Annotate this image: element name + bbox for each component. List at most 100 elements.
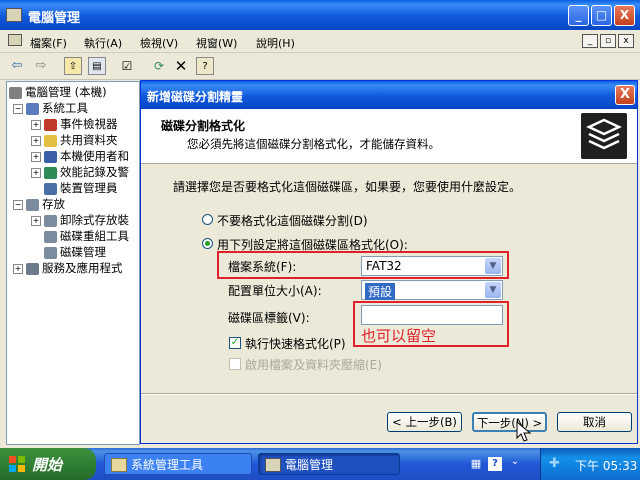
radio-format[interactable] (202, 238, 213, 249)
performance-icon (44, 166, 57, 179)
tree-node-disk-management[interactable]: 磁碟管理 (44, 244, 106, 260)
radio-no-format[interactable] (202, 214, 213, 225)
tree-node-performance-logs[interactable]: + 效能記錄及警 (31, 164, 129, 180)
footer-separator (141, 393, 637, 395)
menu-file[interactable]: 檔案(F) (30, 35, 67, 51)
tree-node-storage[interactable]: − 存放 (13, 196, 65, 212)
mdi-close-button[interactable]: x (618, 34, 634, 48)
help-icon[interactable]: ? (196, 57, 214, 75)
defragmenter-icon (44, 230, 57, 243)
back-arrow-icon[interactable]: ⇦ (8, 57, 26, 75)
chevron-down-icon[interactable]: ▼ (485, 258, 501, 274)
tree-node-local-users[interactable]: + 本機使用者和 (31, 148, 129, 164)
menubar: 檔案(F) 執行(A) 檢視(V) 視窗(W) 說明(H) (0, 30, 640, 53)
toolbar: ⇦ ⇨ ⇧ ▤ ☑ ⟳ ✕ ? (0, 53, 640, 80)
start-label: 開始 (32, 456, 63, 474)
start-button[interactable]: 開始 (0, 448, 96, 480)
refresh-icon[interactable]: ⟳ (150, 57, 168, 75)
quick-format-label[interactable]: 執行快速格式化(P) (245, 335, 346, 352)
show-hide-tree-icon[interactable]: ▤ (88, 57, 106, 75)
tree-node-shared-folders[interactable]: + 共用資料夾 (31, 132, 118, 148)
radio-no-format-label[interactable]: 不要格式化這個磁碟分割(D) (217, 212, 368, 229)
taskbar: 開始 系統管理工具 電腦管理 ▦ ? ⌄ ✚ 下午 05:33 (0, 448, 640, 480)
new-partition-wizard-dialog: 新增磁碟分割精靈 X 磁碟分割格式化 您必須先將這個磁碟分割格式化，才能儲存資料… (140, 80, 638, 444)
up-folder-icon[interactable]: ⇧ (64, 57, 82, 75)
help-icon[interactable]: ? (488, 457, 502, 471)
annotation-text: 也可以留空 (361, 327, 437, 345)
compression-label: 啟用檔案及資料夾壓縮(E) (245, 358, 382, 372)
next-button[interactable]: 下一步(N) > (472, 412, 547, 432)
cancel-button[interactable]: 取消 (557, 412, 632, 432)
dialog-titlebar[interactable]: 新增磁碟分割精靈 X (141, 81, 637, 109)
quick-format-checkbox[interactable]: ✓ (229, 337, 241, 349)
tree-node-computer-management[interactable]: 電腦管理 (本機) (9, 84, 107, 100)
expand-icon[interactable]: + (31, 119, 41, 130)
menu-window[interactable]: 視窗(W) (196, 35, 237, 51)
expand-icon[interactable]: + (31, 151, 41, 162)
wizard-header-title: 磁碟分割格式化 (161, 119, 246, 133)
taskbar-item-computer-management[interactable]: 電腦管理 (258, 453, 400, 475)
delete-icon[interactable]: ✕ (172, 57, 190, 75)
folder-icon (111, 458, 127, 472)
expand-icon[interactable]: + (31, 167, 41, 178)
menu-action[interactable]: 執行(A) (84, 35, 122, 51)
window-title: 電腦管理 (28, 11, 81, 26)
allocation-size-select[interactable]: 預設 ▼ (361, 280, 503, 300)
device-manager-icon (44, 182, 57, 195)
expand-icon[interactable]: + (13, 263, 23, 274)
services-icon (26, 262, 39, 275)
mouse-cursor-icon (516, 421, 532, 442)
volume-label-label: 磁碟區標籤(V): (228, 311, 310, 325)
dialog-title: 新增磁碟分割精靈 (147, 90, 244, 104)
chevron-down-icon[interactable]: ⌄ (508, 456, 522, 470)
tree-node-event-viewer[interactable]: + 事件檢視器 (31, 116, 118, 132)
maximize-button[interactable]: □ (591, 5, 612, 26)
collapse-icon[interactable]: − (13, 199, 23, 210)
wizard-header-subtitle: 您必須先將這個磁碟分割格式化，才能儲存資料。 (187, 137, 440, 151)
storage-icon (26, 198, 39, 211)
tree-node-disk-defragmenter[interactable]: 磁碟重組工具 (44, 228, 129, 244)
collapse-icon[interactable]: − (13, 103, 23, 114)
volume-label-input[interactable] (361, 305, 503, 325)
close-button[interactable]: X (614, 5, 635, 26)
network-icon[interactable]: ✚ (549, 456, 565, 472)
menu-view[interactable]: 檢視(V) (140, 35, 178, 51)
mdi-restore-button[interactable]: ▫ (600, 34, 616, 48)
expand-icon[interactable]: + (31, 215, 41, 226)
tree-node-services-applications[interactable]: + 服務及應用程式 (13, 260, 123, 276)
mdi-minimize-button[interactable]: _ (582, 34, 598, 48)
disk-management-icon (44, 246, 57, 259)
disk-stack-icon (581, 113, 627, 159)
shared-folder-icon (44, 134, 57, 147)
taskbar-item-admin-tools[interactable]: 系統管理工具 (104, 453, 252, 475)
wizard-prompt: 請選擇您是否要格式化這個磁碟區，如果要，您要使用什麼設定。 (173, 180, 522, 194)
expand-icon[interactable]: + (31, 135, 41, 146)
window-titlebar[interactable]: 電腦管理 _ □ X (0, 0, 640, 30)
system-tools-icon (26, 102, 39, 115)
removable-storage-icon (44, 214, 57, 227)
tree-node-system-tools[interactable]: − 系統工具 (13, 100, 88, 116)
filesystem-select[interactable]: FAT32 ▼ (361, 256, 503, 276)
compression-checkbox (229, 358, 241, 370)
chevron-down-icon[interactable]: ▼ (485, 282, 501, 298)
properties-icon[interactable]: ☑ (118, 57, 136, 75)
menu-app-icon[interactable] (8, 34, 22, 46)
console-tree: 電腦管理 (本機) − 系統工具 + 事件檢視器 + 共用資料夾 + 本機使用者和 + 效… (6, 81, 140, 445)
dialog-close-button[interactable]: X (615, 85, 635, 105)
tree-node-device-manager[interactable]: 裝置管理員 (44, 180, 118, 196)
tree-node-removable-storage[interactable]: + 卸除式存放裝 (31, 212, 129, 228)
back-button[interactable]: < 上一步(B) (387, 412, 462, 432)
users-icon (44, 150, 57, 163)
computer-management-icon (265, 458, 281, 472)
menu-help[interactable]: 說明(H) (256, 35, 295, 51)
allocation-size-label: 配置單位大小(A): (228, 284, 322, 298)
event-viewer-icon (44, 118, 57, 131)
filesystem-label: 檔案系統(F): (228, 260, 297, 274)
clock[interactable]: 下午 05:33 (575, 457, 637, 474)
wizard-header: 磁碟分割格式化 您必須先將這個磁碟分割格式化，才能儲存資料。 (141, 109, 637, 164)
keyboard-icon[interactable]: ▦ (468, 457, 484, 471)
allocation-size-value: 預設 (365, 283, 396, 300)
forward-arrow-icon[interactable]: ⇨ (32, 57, 50, 75)
computer-icon (9, 86, 22, 99)
minimize-button[interactable]: _ (568, 5, 589, 26)
